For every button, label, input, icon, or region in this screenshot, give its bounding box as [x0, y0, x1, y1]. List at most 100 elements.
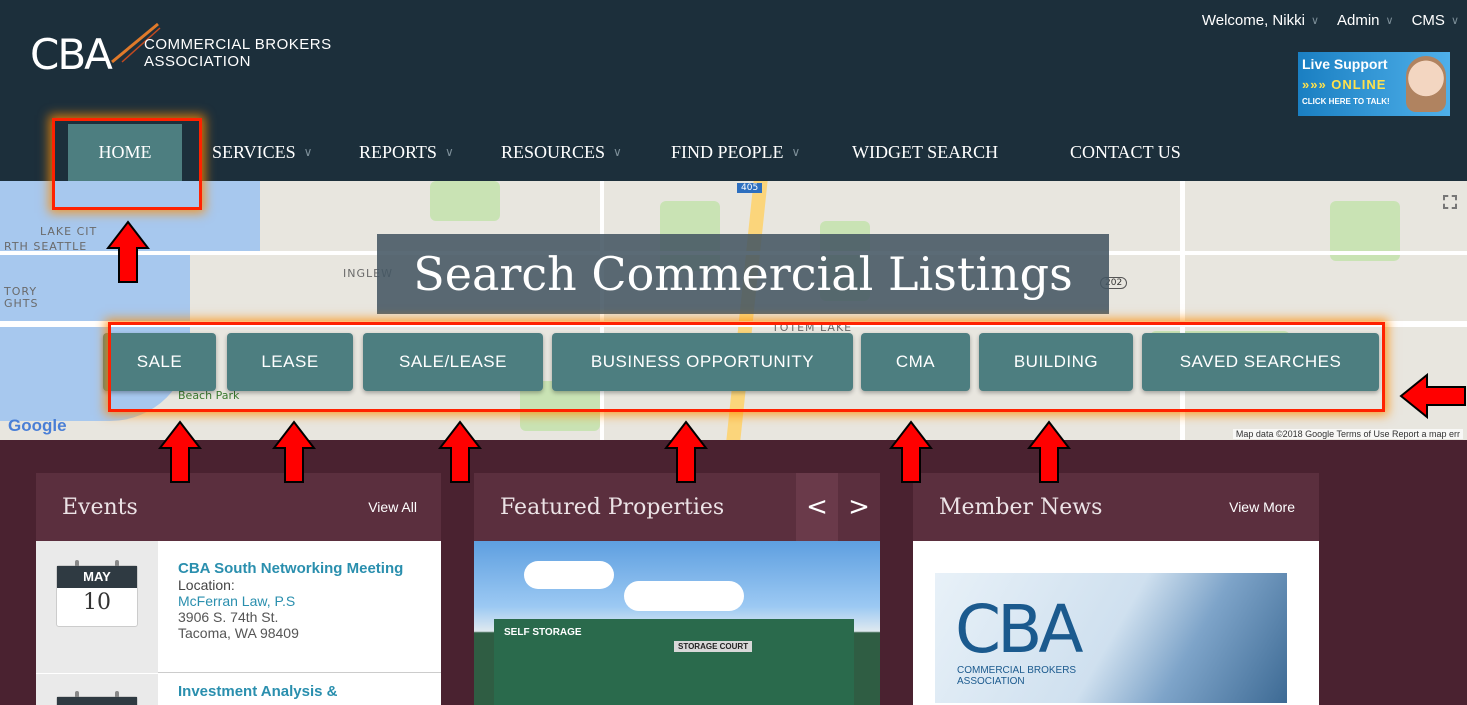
chevron-down-icon: ∨	[303, 145, 313, 159]
map-road	[1180, 181, 1185, 440]
nav-contact-us-label: CONTACT US	[1070, 142, 1181, 162]
events-panel: Events View All MAY 10 CBA South Network…	[36, 473, 441, 705]
carousel-controls: < >	[796, 473, 880, 541]
news-logo-mark: CBA	[955, 591, 1084, 668]
news-logo-text-line2: ASSOCIATION	[957, 676, 1025, 687]
nav-reports-label: REPORTS	[359, 142, 437, 162]
arrow-up-icon	[438, 420, 482, 483]
saved-searches-button[interactable]: SAVED SEARCHES	[1142, 333, 1379, 391]
live-support-cta: CLICK HERE TO TALK!	[1302, 97, 1390, 106]
event-address-line1: 3906 S. 74th St.	[178, 609, 279, 625]
nav-contact-us[interactable]: CONTACT US	[1070, 124, 1181, 181]
events-header: Events View All	[36, 473, 441, 541]
arrow-left-icon	[1399, 373, 1466, 419]
event-info: CBA South Networking Meeting Location: M…	[178, 561, 421, 642]
live-support-status: »»» ONLINE	[1302, 77, 1387, 92]
chevron-down-icon: ∨	[444, 145, 454, 159]
user-topbar: Welcome, Nikki ∨ Admin ∨ CMS ∨	[1202, 12, 1459, 29]
arrow-up-icon	[272, 420, 316, 483]
nav-reports[interactable]: REPORTS ∨	[359, 124, 454, 181]
support-agent-avatar	[1406, 56, 1446, 112]
nav-home-label: HOME	[98, 142, 152, 162]
nav-resources-label: RESOURCES	[501, 142, 606, 162]
calendar-icon	[56, 691, 138, 705]
map-park	[430, 181, 500, 221]
logo-text: COMMERCIAL BROKERS ASSOCIATION	[144, 36, 332, 70]
building-sign: SELF STORAGE	[504, 627, 582, 638]
nav-widget-search[interactable]: WIDGET SEARCH	[852, 124, 998, 181]
view-more-link[interactable]: View More	[1229, 499, 1295, 515]
news-header: Member News View More	[913, 473, 1319, 541]
event-day: 10	[83, 590, 111, 615]
featured-slide[interactable]: SELF STORAGE STORAGE COURT	[474, 541, 880, 705]
event-date-column	[36, 674, 158, 705]
event-venue[interactable]: McFerran Law, P.S	[178, 593, 421, 609]
event-month: MAY	[57, 566, 137, 588]
welcome-label: Welcome, Nikki	[1201, 12, 1305, 29]
carousel-next-button[interactable]: >	[838, 473, 880, 541]
google-logo: Google	[8, 416, 67, 435]
chevron-down-icon: ∨	[1450, 15, 1459, 27]
logo-text-line2: ASSOCIATION	[144, 53, 251, 70]
event-info: Investment Analysis &	[178, 684, 421, 700]
event-item[interactable]: Investment Analysis &	[36, 674, 441, 705]
event-location-label: Location:	[178, 577, 235, 593]
news-body: CBA COMMERCIAL BROKERS ASSOCIATION	[913, 541, 1319, 705]
map-road	[0, 321, 1467, 327]
admin-menu[interactable]: Admin ∨	[1337, 12, 1394, 29]
arrow-up-icon	[106, 220, 150, 283]
main-nav: HOME SERVICES ∨ REPORTS ∨ RESOURCES ∨ FI…	[0, 124, 1467, 181]
building-sign: STORAGE COURT	[674, 641, 753, 652]
logo[interactable]: CBA COMMERCIAL BROKERS ASSOCIATION	[30, 22, 370, 82]
nav-find-people[interactable]: FIND PEOPLE ∨	[671, 124, 800, 181]
hero-title: Search Commercial Listings	[377, 234, 1109, 314]
lease-button[interactable]: LEASE	[227, 333, 353, 391]
events-title: Events	[62, 494, 138, 520]
cms-label: CMS	[1411, 12, 1445, 29]
news-title: Member News	[939, 494, 1103, 520]
featured-properties-panel: Featured Properties < > SELF STORAGE STO…	[474, 473, 880, 705]
event-name[interactable]: Investment Analysis &	[178, 684, 421, 700]
live-support-button[interactable]: Live Support »»» ONLINE CLICK HERE TO TA…	[1298, 52, 1450, 116]
news-logo-text: COMMERCIAL BROKERS ASSOCIATION	[957, 665, 1076, 687]
nav-widget-search-label: WIDGET SEARCH	[852, 142, 999, 162]
admin-label: Admin	[1337, 12, 1380, 29]
arrow-up-icon	[158, 420, 202, 483]
search-map[interactable]: LAKE CIT RTH SEATTLE INGLEW TOTEM LAKE T…	[0, 181, 1467, 440]
chevron-down-icon: ∨	[791, 145, 801, 159]
sale-button[interactable]: SALE	[103, 333, 216, 391]
news-logo-text-line1: COMMERCIAL BROKERS	[957, 665, 1077, 676]
storage-building: SELF STORAGE STORAGE COURT	[494, 619, 854, 705]
carousel-prev-button[interactable]: <	[796, 473, 838, 541]
route-shield-icon: 405	[737, 183, 763, 193]
view-all-link[interactable]: View All	[368, 499, 417, 515]
nav-services[interactable]: SERVICES ∨	[212, 124, 312, 181]
nav-resources[interactable]: RESOURCES ∨	[501, 124, 622, 181]
nav-find-people-label: FIND PEOPLE	[671, 142, 784, 162]
business-opportunity-button[interactable]: BUSINESS OPPORTUNITY	[552, 333, 853, 391]
cloud-shape	[524, 561, 614, 589]
event-date-column: MAY 10	[36, 541, 158, 673]
calendar-icon: MAY 10	[56, 560, 138, 627]
news-image[interactable]: CBA COMMERCIAL BROKERS ASSOCIATION	[935, 573, 1287, 703]
chevron-down-icon: ∨	[613, 145, 622, 159]
event-item[interactable]: MAY 10 CBA South Networking Meeting Loca…	[36, 541, 441, 673]
map-credit[interactable]: Map data ©2018 Google Terms of Use Repor…	[1232, 429, 1463, 439]
arrow-up-icon	[664, 420, 708, 483]
site-header: CBA COMMERCIAL BROKERS ASSOCIATION Welco…	[0, 0, 1467, 181]
map-label: GHTS	[4, 297, 39, 310]
fullscreen-icon[interactable]	[1443, 195, 1457, 209]
sale-lease-button[interactable]: SALE/LEASE	[363, 333, 543, 391]
member-news-panel: Member News View More CBA COMMERCIAL BRO…	[913, 473, 1319, 705]
event-name[interactable]: CBA South Networking Meeting	[178, 561, 421, 577]
logo-text-line1: COMMERCIAL BROKERS	[144, 36, 332, 53]
live-support-title: Live Support	[1302, 56, 1388, 72]
nav-home[interactable]: HOME	[68, 124, 182, 181]
cma-button[interactable]: CMA	[861, 333, 970, 391]
building-button[interactable]: BUILDING	[979, 333, 1133, 391]
cloud-shape	[624, 581, 744, 611]
welcome-menu[interactable]: Welcome, Nikki ∨	[1202, 12, 1319, 29]
cms-menu[interactable]: CMS ∨	[1412, 12, 1459, 29]
property-photo: SELF STORAGE STORAGE COURT	[474, 541, 880, 705]
arrow-up-icon	[889, 420, 933, 483]
